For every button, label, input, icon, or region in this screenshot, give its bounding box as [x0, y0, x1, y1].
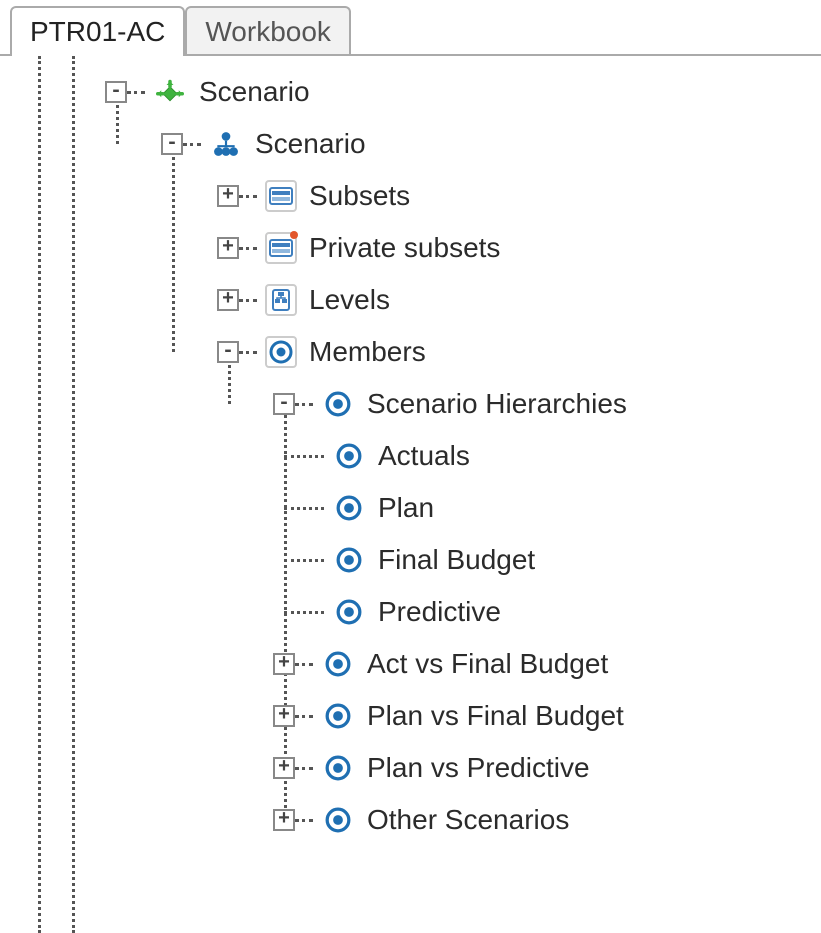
tree-label: Other Scenarios — [367, 804, 569, 836]
toggle-collapse[interactable]: - — [273, 393, 295, 415]
tree-label: Members — [309, 336, 426, 368]
member-icon — [321, 699, 355, 733]
tree-label: Final Budget — [378, 544, 535, 576]
member-icon — [265, 336, 297, 368]
tree-node-members[interactable]: - Members — [0, 326, 821, 378]
tree-node-private-subsets[interactable]: + Private subsets — [0, 222, 821, 274]
tree-node-levels[interactable]: + Levels — [0, 274, 821, 326]
tree-node-plan[interactable]: Plan — [0, 482, 821, 534]
tree-label: Private subsets — [309, 232, 500, 264]
tree-node-final-budget[interactable]: Final Budget — [0, 534, 821, 586]
tree-label: Plan vs Predictive — [367, 752, 590, 784]
private-badge-icon — [290, 231, 298, 239]
toggle-collapse[interactable]: - — [161, 133, 183, 155]
toggle-expand[interactable]: + — [217, 185, 239, 207]
tab-bar: PTR01-AC Workbook — [0, 0, 821, 56]
tree-node-act-vs-final-budget[interactable]: + Act vs Final Budget — [0, 638, 821, 690]
tab-workbook[interactable]: Workbook — [185, 6, 351, 54]
tree-node-predictive[interactable]: Predictive — [0, 586, 821, 638]
tree-node-subsets[interactable]: + Subsets — [0, 170, 821, 222]
tree-node-scenario-hierarchies[interactable]: - Scenario Hierarchies — [0, 378, 821, 430]
tree-node-actuals[interactable]: Actuals — [0, 430, 821, 482]
member-icon — [332, 543, 366, 577]
member-icon — [321, 387, 355, 421]
tree-label: Scenario Hierarchies — [367, 388, 627, 420]
levels-icon — [265, 284, 297, 316]
tree-label: Act vs Final Budget — [367, 648, 608, 680]
toggle-expand[interactable]: + — [217, 289, 239, 311]
tab-ptr01-ac[interactable]: PTR01-AC — [10, 6, 185, 56]
tree-view: - Scenario - Scenario + Subsets + P — [0, 56, 821, 846]
tree-node-plan-vs-predictive[interactable]: + Plan vs Predictive — [0, 742, 821, 794]
tree-label: Levels — [309, 284, 390, 316]
subset-icon — [265, 232, 297, 264]
toggle-expand[interactable]: + — [273, 705, 295, 727]
tree-label: Scenario — [199, 76, 310, 108]
hierarchy-icon — [209, 127, 243, 161]
tree-node-scenario-dim[interactable]: - Scenario — [0, 66, 821, 118]
toggle-expand[interactable]: + — [273, 653, 295, 675]
subset-icon — [265, 180, 297, 212]
tree-label: Plan — [378, 492, 434, 524]
toggle-collapse[interactable]: - — [105, 81, 127, 103]
tree-label: Plan vs Final Budget — [367, 700, 624, 732]
tree-label: Predictive — [378, 596, 501, 628]
member-icon — [321, 803, 355, 837]
dimension-icon — [153, 75, 187, 109]
toggle-expand[interactable]: + — [217, 237, 239, 259]
tree-node-scenario-group[interactable]: - Scenario — [0, 118, 821, 170]
member-icon — [332, 595, 366, 629]
tree-node-other-scenarios[interactable]: + Other Scenarios — [0, 794, 821, 846]
member-icon — [332, 491, 366, 525]
toggle-expand[interactable]: + — [273, 757, 295, 779]
toggle-collapse[interactable]: - — [217, 341, 239, 363]
tree-label: Scenario — [255, 128, 366, 160]
toggle-expand[interactable]: + — [273, 809, 295, 831]
member-icon — [321, 751, 355, 785]
member-icon — [332, 439, 366, 473]
tree-label: Subsets — [309, 180, 410, 212]
member-icon — [321, 647, 355, 681]
tree-label: Actuals — [378, 440, 470, 472]
tree-node-plan-vs-final-budget[interactable]: + Plan vs Final Budget — [0, 690, 821, 742]
